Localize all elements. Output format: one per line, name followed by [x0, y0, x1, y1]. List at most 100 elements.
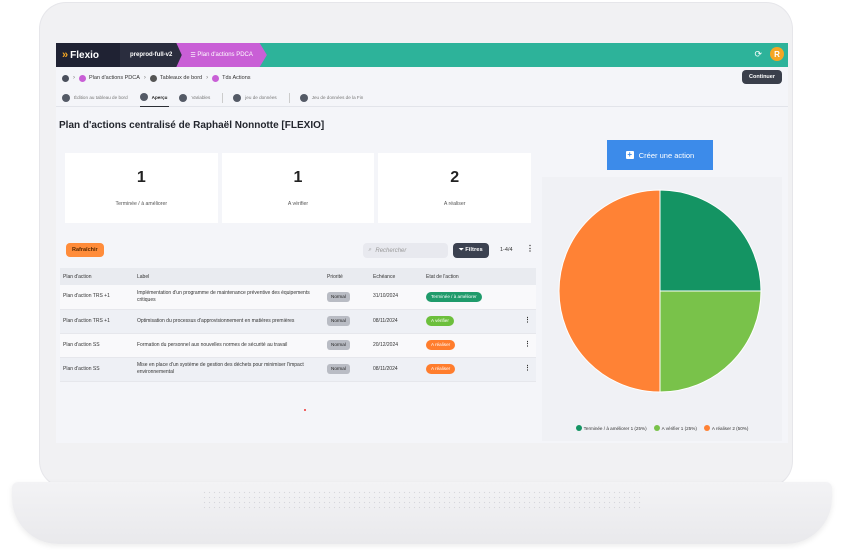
- view-tabs: Édition au tableau de bord Aperçu Variab…: [56, 89, 788, 107]
- kpi-label: Terminée / à améliorer: [115, 201, 168, 207]
- breadcrumb-label: Plan d'actions PDCA: [89, 75, 140, 81]
- continue-button[interactable]: Continuer: [742, 70, 782, 84]
- legend-label: Terminée / à améliorer 1 (25%): [583, 425, 647, 431]
- column-header-priority[interactable]: Priorité: [324, 268, 370, 285]
- chevron-right-icon: ›: [73, 75, 75, 81]
- tab-label: Édition au tableau de bord: [74, 95, 128, 100]
- filters-label: Filtres: [465, 247, 483, 253]
- app-screen: » Flexio preprod-full-v2 ☰ Plan d'action…: [56, 43, 788, 443]
- cursor-dot: [304, 409, 306, 411]
- refresh-button[interactable]: Rafraîchir: [66, 243, 104, 257]
- tab-label: Aperçu: [151, 94, 168, 100]
- page-title: Plan d'actions centralisé de Raphaël Non…: [59, 120, 325, 131]
- column-header-state[interactable]: Etat de l'action: [423, 268, 516, 285]
- cell-plan: Plan d'action TRS +1: [63, 317, 110, 324]
- breadcrumb-label: Tableaux de bord: [159, 75, 203, 81]
- cell-state: A réaliser: [423, 357, 516, 381]
- status-badge: A vérifier: [426, 315, 454, 327]
- cell-plan: Plan d'action TRS +1: [63, 293, 110, 300]
- kpi-value: 1: [136, 169, 146, 186]
- table-row[interactable]: Plan d'action TRS +1 Optimisation du pro…: [60, 309, 536, 333]
- tab-dataset-end[interactable]: Jeu de données de la Fin: [299, 89, 366, 107]
- kpi-value: 2: [450, 169, 460, 186]
- legend-swatch: [703, 425, 710, 431]
- plan-icon: [79, 74, 86, 82]
- keyboard-texture: [202, 490, 642, 510]
- brand-logo[interactable]: » Flexio: [56, 43, 120, 67]
- priority-badge: Normal: [327, 363, 350, 375]
- plan-tab[interactable]: ☰ Plan d'actions PDCA: [176, 43, 267, 67]
- table-row[interactable]: Plan d'action SS Formation du personnel …: [60, 333, 536, 357]
- legend-label: A réaliser 2 (50%): [711, 425, 749, 431]
- tab-preview[interactable]: Aperçu: [139, 89, 170, 107]
- top-bar: » Flexio preprod-full-v2 ☰ Plan d'action…: [56, 43, 788, 67]
- tab-edit-dashboard[interactable]: Édition au tableau de bord: [62, 89, 130, 107]
- laptop-base: [12, 482, 832, 544]
- chevron-right-icon: ›: [206, 75, 209, 81]
- tab-dataset[interactable]: jeu de données: [233, 89, 278, 107]
- cell-due: 31/10/2024: [373, 293, 399, 300]
- edit-icon: [62, 93, 70, 102]
- cell-label: Mise en place d'un système de gestion de…: [137, 362, 304, 375]
- actions-table-panel: Rafraîchir ⌕ Rechercher ⏷ Filtres 1-4/4 ⋮…: [60, 235, 536, 443]
- tab-label: Variables: [191, 95, 211, 100]
- pagination-count: 1-4/4: [500, 247, 513, 253]
- database-icon: [299, 93, 308, 102]
- table-header-row: Plan d'action Label Priorité Echéance Et…: [60, 268, 536, 285]
- divider: [222, 92, 224, 103]
- breadcrumb-item-dashboards[interactable]: Tableaux de bord: [149, 74, 203, 82]
- column-header-label[interactable]: Label: [134, 268, 324, 285]
- legend-item[interactable]: A réaliser 2 (50%): [703, 425, 749, 431]
- row-menu-icon[interactable]: ⋮: [516, 309, 536, 333]
- row-menu-icon[interactable]: ⋮: [516, 357, 536, 381]
- row-menu-cell: [516, 285, 536, 309]
- row-menu-icon[interactable]: ⋮: [516, 333, 536, 357]
- home-icon[interactable]: [62, 74, 69, 82]
- variable-icon: [179, 93, 188, 102]
- divider: [288, 92, 290, 103]
- actions-table: Plan d'action Label Priorité Echéance Et…: [60, 268, 536, 382]
- environment-tab[interactable]: preprod-full-v2: [120, 43, 183, 67]
- legend-item[interactable]: Terminée / à améliorer 1 (25%): [575, 425, 647, 431]
- sync-icon[interactable]: ⟳: [754, 49, 762, 60]
- breadcrumb-item-plan[interactable]: Plan d'actions PDCA: [79, 74, 140, 82]
- kpi-card-todo: 2 A réaliser: [378, 153, 532, 223]
- column-header-plan[interactable]: Plan d'action: [60, 268, 134, 285]
- cell-due: 08/11/2024: [373, 317, 398, 324]
- search-input[interactable]: ⌕ Rechercher: [363, 243, 448, 258]
- cell-label: Formation du personnel aux nouvelles nor…: [137, 341, 288, 348]
- eye-icon: [139, 93, 148, 101]
- pie-slice-2[interactable]: [558, 189, 661, 393]
- plan-tab-label: Plan d'actions PDCA: [197, 52, 253, 58]
- create-action-button[interactable]: + Créer une action: [607, 140, 713, 170]
- pie-slice-0[interactable]: [659, 189, 762, 292]
- cell-priority: Normal: [324, 333, 370, 357]
- priority-badge: Normal: [327, 291, 350, 302]
- tab-label: Jeu de données de la Fin: [311, 95, 364, 100]
- table-toolbar: Rafraîchir ⌕ Rechercher ⏷ Filtres 1-4/4 ⋮: [60, 235, 536, 267]
- table-row[interactable]: Plan d'action SS Mise en place d'un syst…: [60, 357, 536, 381]
- chart-legend: Terminée / à améliorer 1 (25%) A vérifier…: [542, 425, 782, 431]
- more-options-icon[interactable]: ⋮: [526, 244, 534, 253]
- breadcrumb-item-actions[interactable]: Tds Actions: [212, 74, 251, 82]
- table-row[interactable]: Plan d'action TRS +1 Implémentation d'un…: [60, 285, 536, 309]
- kpi-card-done: 1 Terminée / à améliorer: [65, 153, 218, 223]
- cell-plan: Plan d'action SS: [63, 365, 100, 372]
- kpi-value: 1: [293, 169, 303, 186]
- tab-label: jeu de données: [245, 95, 277, 100]
- cell-label: Implémentation d'un programme de mainten…: [137, 290, 310, 303]
- avatar[interactable]: R: [770, 47, 784, 61]
- priority-badge: Normal: [327, 315, 350, 327]
- create-action-label: Créer une action: [638, 150, 695, 160]
- legend-item[interactable]: A vérifier 1 (25%): [653, 425, 697, 431]
- pie-chart-panel: Terminée / à améliorer 1 (25%) A vérifier…: [542, 177, 782, 441]
- tab-variables[interactable]: Variables: [179, 89, 212, 107]
- search-placeholder: Rechercher: [375, 247, 407, 254]
- column-header-due[interactable]: Echéance: [370, 268, 423, 285]
- column-header-actions: [516, 268, 536, 285]
- pie-slice-1[interactable]: [659, 290, 762, 393]
- filters-button[interactable]: ⏷ Filtres: [453, 243, 489, 258]
- breadcrumb: › Plan d'actions PDCA › Tableaux de bord…: [56, 67, 788, 89]
- search-icon: ⌕: [368, 247, 372, 253]
- kpi-label: A réaliser: [443, 201, 466, 207]
